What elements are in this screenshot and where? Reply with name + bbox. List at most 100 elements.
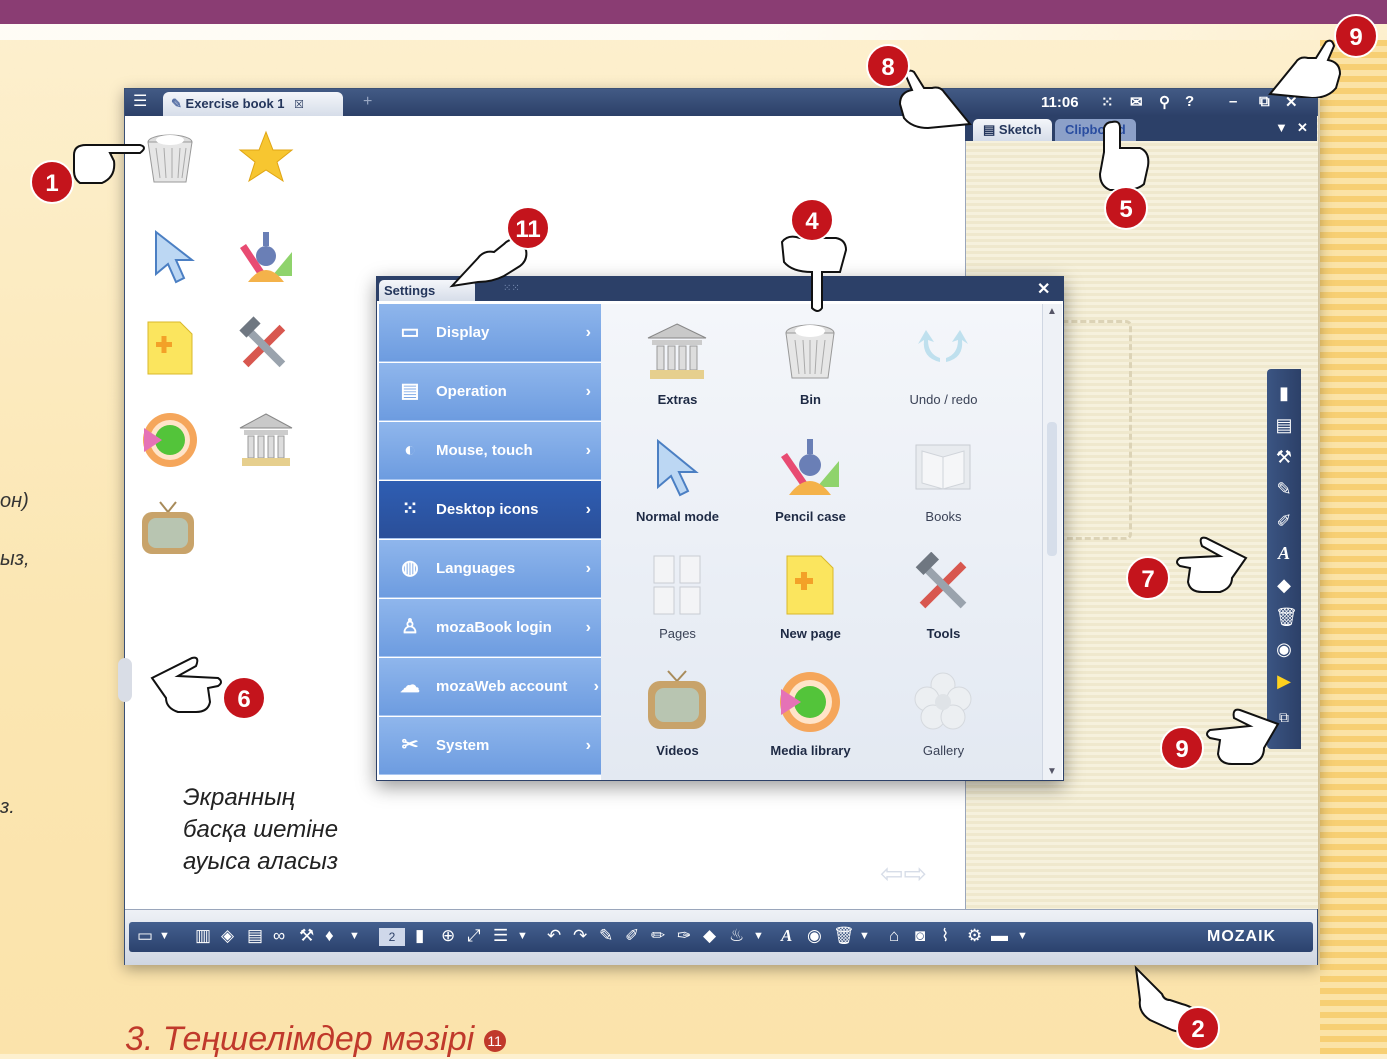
trash-icon[interactable]: 🗑: [1275, 607, 1298, 628]
camera-icon[interactable]: ◙: [915, 926, 925, 946]
tab-sketch[interactable]: ▤ Sketch: [973, 119, 1052, 141]
new-page-icon[interactable]: [140, 318, 200, 378]
panel-close-icon[interactable]: ✕: [1297, 120, 1308, 136]
cap-icon[interactable]: ◈: [221, 926, 234, 946]
scroll-up-icon[interactable]: ▲: [1047, 306, 1057, 317]
text-icon[interactable]: A: [1275, 543, 1293, 564]
menu-icon[interactable]: ☰: [133, 94, 151, 110]
highlighter-icon[interactable]: ✏: [651, 926, 665, 946]
header-band: [0, 0, 1387, 24]
settings-item-operation[interactable]: ▤ Operation ›: [379, 363, 601, 421]
grid-item-normal-mode[interactable]: Normal mode: [611, 421, 744, 538]
brush-icon[interactable]: ✑: [677, 926, 691, 946]
note-icon[interactable]: ▤: [1275, 415, 1293, 436]
pen-icon[interactable]: ✎: [599, 926, 613, 946]
next-page-icon[interactable]: ⇨: [903, 858, 926, 889]
search-icon[interactable]: ⚲: [1159, 93, 1170, 111]
pencil-case-icon[interactable]: [236, 228, 296, 288]
attach-icon[interactable]: ⌇: [941, 926, 949, 946]
tab-close-icon[interactable]: ☒: [294, 99, 304, 111]
minimize-icon[interactable]: –: [1229, 93, 1237, 110]
grid-item-pencil-case[interactable]: Pencil case: [744, 421, 877, 538]
tab-exercise-book[interactable]: ✎ Exercise book 1 ☒: [163, 92, 343, 116]
trash-icon[interactable]: 🗑: [833, 926, 855, 946]
settings-item-system[interactable]: ✂ System ›: [379, 717, 601, 775]
settings-item-languages[interactable]: ◍ Languages ›: [379, 540, 601, 598]
mail-icon[interactable]: ✉: [1130, 93, 1143, 111]
grid-item-bin[interactable]: Bin: [744, 304, 877, 421]
pen-tool-icon[interactable]: ✎: [1275, 479, 1293, 500]
side-panel-handle[interactable]: [118, 658, 132, 702]
screen-note-line: Экранның: [183, 784, 295, 811]
glasses-icon[interactable]: ∞: [273, 926, 285, 946]
settings-item-mozabook-login[interactable]: ♙ mozaBook login ›: [379, 599, 601, 657]
grid-item-label: Normal mode: [635, 509, 720, 524]
grid-item-videos[interactable]: Videos: [611, 655, 744, 772]
record-icon[interactable]: ◉: [807, 926, 822, 946]
redo-icon[interactable]: ↷: [573, 926, 587, 946]
text-icon[interactable]: A: [781, 926, 792, 946]
list-icon[interactable]: ☰: [493, 926, 508, 946]
dropdown-icon[interactable]: ▼: [159, 930, 170, 942]
pointing-hand-icon: [73, 144, 145, 184]
zoom-icon[interactable]: ⊕: [441, 926, 455, 946]
media-library-icon[interactable]: [140, 410, 200, 470]
measure-icon[interactable]: ⌂: [889, 926, 899, 946]
grid-item-media-library[interactable]: Media library: [744, 655, 877, 772]
book-icon[interactable]: ▥: [195, 926, 211, 946]
apps-icon[interactable]: ⁙: [1101, 93, 1114, 111]
cursor-icon[interactable]: [146, 226, 206, 286]
scroll-down-icon[interactable]: ▼: [1047, 766, 1057, 777]
settings-item-mozaweb-account[interactable]: ☁ mozaWeb account ›: [379, 658, 601, 716]
settings-close-icon[interactable]: ✕: [1037, 279, 1050, 299]
tray-icon[interactable]: ▬: [991, 926, 1008, 946]
dropdown-icon[interactable]: ▼: [517, 930, 528, 942]
museum-icon[interactable]: [236, 410, 296, 470]
panel-collapse-icon[interactable]: ▼: [1275, 120, 1288, 135]
grid-item-undo-redo[interactable]: Undo / redo: [877, 304, 1010, 421]
grid-item-extras[interactable]: Extras: [611, 304, 744, 421]
dropdown-icon[interactable]: ▼: [753, 930, 764, 942]
settings-item-mouse-touch[interactable]: ◐ Mouse, touch ›: [379, 422, 601, 480]
paint-icon[interactable]: ♨: [729, 926, 744, 946]
new-doc-icon[interactable]: ▮: [1275, 383, 1293, 404]
dropdown-icon[interactable]: ▼: [349, 930, 360, 942]
help-icon[interactable]: ?: [1185, 93, 1194, 110]
tools-icon[interactable]: ⚒: [299, 926, 314, 946]
settings-scrollbar[interactable]: ▲ ▼: [1042, 304, 1062, 780]
settings-gear-icon[interactable]: ⚙: [967, 926, 982, 946]
add-page-icon[interactable]: ▮: [415, 926, 424, 946]
settings-item-display[interactable]: ▭ Display ›: [379, 304, 601, 362]
page-number[interactable]: 2: [379, 928, 405, 946]
grid-item-gallery[interactable]: Gallery: [877, 655, 1010, 772]
doc-icon[interactable]: ▤: [247, 926, 263, 946]
grid-item-new-page[interactable]: New page: [744, 538, 877, 655]
dropdown-icon[interactable]: ▼: [1017, 930, 1028, 942]
chevron-right-icon: ›: [593, 678, 599, 695]
link-icon[interactable]: ⤢: [467, 926, 481, 946]
grid-item-pages[interactable]: Pages: [611, 538, 744, 655]
hammer-icon[interactable]: ⚒: [1275, 447, 1293, 468]
eraser-icon[interactable]: ◆: [1275, 575, 1293, 596]
grid-item-books[interactable]: Books: [877, 421, 1010, 538]
tab-label: Exercise book 1: [185, 96, 285, 111]
page-arrows[interactable]: ⇦⇨: [880, 857, 927, 890]
slides-icon[interactable]: ▭: [137, 926, 153, 946]
settings-item-desktop-icons[interactable]: ⁙ Desktop icons ›: [379, 481, 601, 539]
pointing-hand-icon: [1098, 120, 1150, 191]
record-icon[interactable]: ◉: [1275, 639, 1293, 660]
bulb-icon[interactable]: ♦: [325, 926, 334, 946]
tools-icon[interactable]: [234, 316, 294, 376]
eraser-icon[interactable]: ◆: [703, 926, 716, 946]
new-tab-button[interactable]: +: [363, 93, 372, 111]
dropdown-icon[interactable]: ▼: [859, 930, 870, 942]
scroll-thumb[interactable]: [1047, 422, 1057, 556]
star-icon[interactable]: [236, 128, 296, 188]
marker-icon[interactable]: ✐: [1275, 511, 1293, 532]
grid-item-tools[interactable]: Tools: [877, 538, 1010, 655]
play-icon[interactable]: ▶: [1275, 671, 1293, 692]
marker-icon[interactable]: ✐: [625, 926, 639, 946]
tv-icon[interactable]: [138, 500, 198, 560]
undo-icon[interactable]: ↶: [547, 926, 561, 946]
prev-page-icon[interactable]: ⇦: [880, 858, 903, 889]
